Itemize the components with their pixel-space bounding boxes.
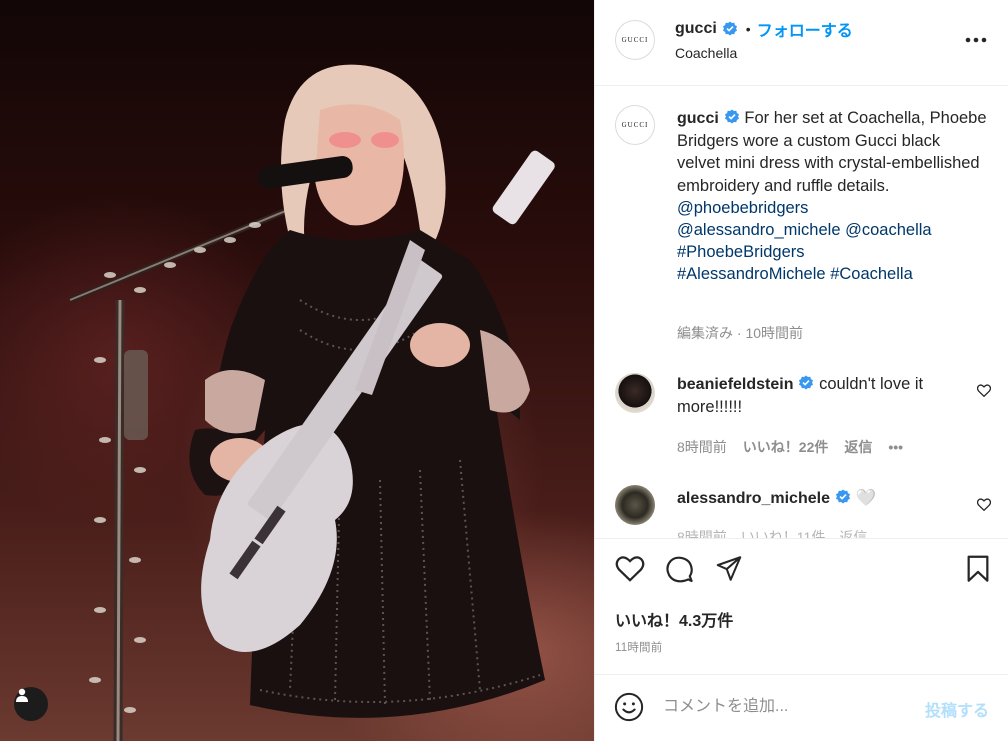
share-button[interactable]	[715, 555, 743, 587]
emoji-smiley-icon	[614, 692, 644, 722]
comment-username[interactable]: alessandro_michele	[677, 490, 830, 507]
photo-illustration	[68, 64, 555, 741]
commenter-avatar[interactable]	[615, 373, 655, 413]
heart-outline-icon	[615, 556, 645, 582]
comment-meta: 8時間前 いいね！22件 返信 •••	[677, 437, 903, 457]
comment-likes-count[interactable]: いいね！22件	[743, 437, 829, 457]
header-user-line: gucci • フォローする	[675, 17, 853, 41]
account-avatar[interactable]: GUCCI	[615, 20, 655, 60]
comment-more-button[interactable]: •••	[888, 439, 903, 455]
caption-tag-hashtag[interactable]: #Coachella	[830, 265, 913, 283]
caption-tag-hashtag[interactable]: #AlessandroMichele	[677, 265, 826, 283]
post-timestamp[interactable]: 11時間前	[615, 639, 662, 655]
caption-edited-time: 編集済み · 10時間前	[677, 325, 804, 341]
follow-button[interactable]: フォローする	[757, 17, 853, 41]
comment-item: alessandro_michele 🤍	[677, 487, 962, 510]
caption-tag-mention[interactable]: @coachella	[845, 221, 931, 239]
commenter-avatar[interactable]	[615, 485, 655, 525]
comment-time: 8時間前	[677, 439, 727, 455]
verified-badge-icon	[835, 489, 851, 505]
tagged-users-button[interactable]	[14, 687, 48, 721]
post-comment-button[interactable]: 投稿する	[925, 697, 989, 721]
post-caption: gucci For her set at Coachella, Phoebe B…	[677, 107, 987, 286]
verified-badge-icon	[722, 21, 738, 37]
user-icon	[16, 688, 28, 702]
more-horizontal-icon	[965, 37, 987, 43]
avatar-logo-text: GUCCI	[621, 36, 649, 44]
more-options-button[interactable]	[965, 30, 987, 48]
header-username[interactable]: gucci	[675, 20, 717, 38]
verified-badge-icon	[724, 109, 740, 125]
comment-username[interactable]: beaniefeldstein	[677, 376, 793, 393]
heart-outline-icon	[976, 498, 992, 512]
post-detail-panel: GUCCI gucci • フォローする Coachella GUCCI guc…	[594, 0, 1008, 741]
post-header: GUCCI gucci • フォローする Coachella	[595, 0, 1008, 86]
bookmark-icon	[967, 555, 989, 582]
likes-count[interactable]: いいね！4.3万件	[615, 607, 733, 631]
emoji-button[interactable]	[614, 692, 644, 727]
caption-avatar-logo-text: GUCCI	[621, 121, 649, 129]
send-paper-plane-icon	[716, 556, 742, 581]
verified-badge-icon	[798, 375, 814, 391]
comment-input[interactable]	[663, 695, 913, 719]
post-photo[interactable]	[0, 0, 594, 741]
caption-tag-mention[interactable]: @phoebebridgers	[677, 199, 808, 217]
caption-tag-hashtag[interactable]: #PhoebeBridgers	[677, 243, 805, 261]
caption-username[interactable]: gucci	[677, 110, 719, 127]
comment-item: beaniefeldstein couldn't love it more!!!…	[677, 373, 962, 418]
comment-button[interactable]	[665, 555, 694, 589]
comment-body: 🤍	[855, 489, 877, 507]
save-button[interactable]	[966, 555, 990, 588]
comment-bubble-icon	[666, 556, 693, 583]
heart-outline-icon	[976, 384, 992, 398]
comment-meta-partial: 8時間前 いいね！11件 返信	[677, 529, 868, 538]
add-comment-bar: 投稿する	[595, 674, 1008, 741]
header-dot-separator: •	[745, 21, 751, 37]
comment-like-button[interactable]	[976, 384, 992, 402]
comment-reply-button[interactable]: 返信	[844, 437, 872, 457]
post-actions: いいね！4.3万件 11時間前	[595, 538, 1008, 674]
comments-list[interactable]: GUCCI gucci For her set at Coachella, Ph…	[595, 87, 1008, 538]
comment-like-button[interactable]	[976, 498, 992, 516]
like-button[interactable]	[615, 555, 645, 587]
caption-avatar[interactable]: GUCCI	[615, 105, 655, 145]
caption-tag-mention[interactable]: @alessandro_michele	[677, 221, 841, 239]
post-location[interactable]: Coachella	[675, 45, 737, 61]
